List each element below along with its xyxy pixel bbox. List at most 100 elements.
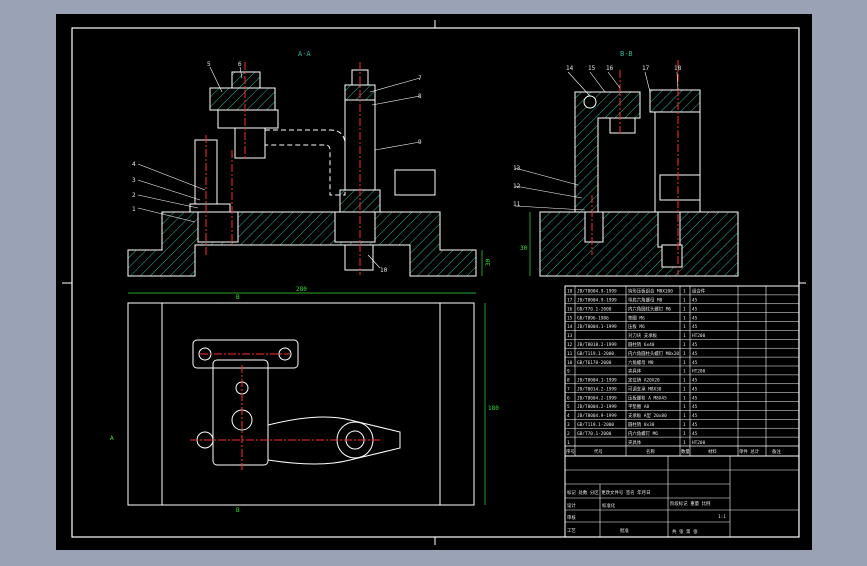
bom-cell-material: 组合件 xyxy=(692,288,706,295)
bom-header-no: 序号 xyxy=(566,448,575,455)
bom-header-remark: 备注 xyxy=(772,448,781,455)
bom-cell-no: 17 xyxy=(567,298,573,304)
bom-cell-code: GB/T896-1986 xyxy=(577,315,609,321)
bom-cell-qty: 1 xyxy=(683,395,686,401)
cad-viewport: A-A 1 2 3 4 5 6 7 8 9 10 30 B-B 11 12 13… xyxy=(0,0,867,562)
callout-5: 5 xyxy=(207,61,211,68)
bom-cell-code: JB/T8004.2-1999 xyxy=(577,395,617,401)
callout-17: 17 xyxy=(642,65,650,72)
bom-cell-qty: 1 xyxy=(683,360,686,366)
bom-cell-no: 13 xyxy=(567,333,573,339)
callout-15: 15 xyxy=(588,65,596,72)
tb-approve: 批准 xyxy=(620,527,629,534)
view-arrow-b-bottom: B xyxy=(236,507,240,514)
bom-cell-code: JB/T8004.1-1999 xyxy=(577,324,617,330)
bom-cell-material: 45 xyxy=(692,351,698,357)
bom-cell-qty: 1 xyxy=(683,413,686,419)
bom-cell-material: 45 xyxy=(692,324,698,330)
callout-2: 2 xyxy=(132,192,136,199)
bom-cell-no: 18 xyxy=(567,289,573,295)
tb-marking: 标记 处数 分区 更改文件号 签名 年月日 xyxy=(567,489,650,496)
dim-right-height: 30 xyxy=(520,245,528,252)
bom-cell-qty: 1 xyxy=(683,351,686,357)
bom-header-qty: 数量 xyxy=(681,448,690,455)
callout-6: 6 xyxy=(238,61,242,68)
bom-cell-no: 1 xyxy=(567,440,570,446)
bom-cell-name: 压板 M6 xyxy=(628,323,645,330)
tb-design: 设计 xyxy=(567,502,576,509)
bom-cell-no: 2 xyxy=(567,431,570,437)
bom-cell-code: JB/T8004.9-1999 xyxy=(577,413,617,419)
bom-cell-no: 3 xyxy=(567,422,570,428)
bom-cell-code: GB/T70.1-2000 xyxy=(577,431,612,437)
callout-8: 8 xyxy=(418,93,422,100)
bom-cell-name: 支承板 A型 20x80 xyxy=(628,412,667,419)
bom-cell-material: 45 xyxy=(692,413,698,419)
callout-16: 16 xyxy=(606,65,614,72)
bom-cell-material: 45 xyxy=(692,386,698,392)
bom-cell-no: 5 xyxy=(567,404,570,410)
bom-cell-code: GB/T70.1-2000 xyxy=(577,306,612,312)
callout-9: 9 xyxy=(418,139,422,146)
bom-header-code: 代号 xyxy=(594,448,603,455)
callout-18: 18 xyxy=(674,65,682,72)
bom-cell-name: 定位销 A20X20 xyxy=(628,377,660,384)
bom-cell-no: 11 xyxy=(567,351,573,357)
bom-cell-no: 6 xyxy=(567,395,570,401)
callout-13: 13 xyxy=(513,165,521,172)
bom-cell-name: 六角螺母 M8 xyxy=(628,359,654,366)
bom-cell-code: JB/T8004.2-1999 xyxy=(577,404,617,410)
bom-cell-no: 9 xyxy=(567,369,570,375)
tb-stage: 阶段标记 重量 比例 xyxy=(670,500,711,507)
bom-cell-code: JB/T8004.1-1999 xyxy=(577,378,617,384)
bom-cell-material: 45 xyxy=(692,431,698,437)
bom-cell-code: JB/T8014.2-1999 xyxy=(577,386,617,392)
tb-craft: 工艺 xyxy=(567,528,576,534)
bom-cell-no: 8 xyxy=(567,378,570,384)
bom-cell-qty: 1 xyxy=(683,386,686,392)
section-aa-label: A-A xyxy=(298,50,311,58)
bom-cell-material: HT200 xyxy=(692,369,706,375)
section-bb-label: B-B xyxy=(620,50,633,58)
bom-cell-material: 45 xyxy=(692,360,698,366)
view-arrow-b-top: B xyxy=(236,294,240,301)
bom-cell-qty: 1 xyxy=(683,315,686,321)
bom-cell-name: 钩形压板组合 M8X100 xyxy=(628,288,673,295)
bom-cell-qty: 1 xyxy=(683,333,686,339)
bom-cell-no: 16 xyxy=(567,306,573,312)
bom-cell-qty: 1 xyxy=(683,298,686,304)
bom-cell-name: 对刀块 支承板 xyxy=(628,332,658,339)
bom-cell-qty: 1 xyxy=(683,289,686,295)
bom-cell-qty: 1 xyxy=(683,378,686,384)
callout-11: 11 xyxy=(513,201,521,208)
drawing-canvas: A-A 1 2 3 4 5 6 7 8 9 10 30 B-B 11 12 13… xyxy=(56,14,812,550)
callout-7: 7 xyxy=(418,75,422,82)
bom-cell-material: HT200 xyxy=(692,440,706,446)
bom-cell-material: 45 xyxy=(692,422,698,428)
callout-1: 1 xyxy=(132,206,136,213)
callout-14: 14 xyxy=(566,65,574,72)
bom-cell-qty: 1 xyxy=(683,324,686,330)
bom-cell-name: 可调支承 M8X30 xyxy=(628,385,662,392)
bom-cell-code: GB/T6170-2000 xyxy=(577,360,612,366)
bom-cell-name: 内六角螺钉 M6 xyxy=(628,430,658,437)
tb-standard: 标准化 xyxy=(602,502,616,509)
bom-cell-no: 12 xyxy=(567,342,573,348)
bom-cell-qty: 1 xyxy=(683,431,686,437)
bom-cell-name: 垫圈 M6 xyxy=(628,314,645,321)
bom-cell-material: 45 xyxy=(692,378,698,384)
bom-cell-name: 夹具体 xyxy=(628,439,642,446)
tb-sheet: 共 张 第 张 xyxy=(672,528,698,535)
dim-plan-height: 180 xyxy=(488,405,499,412)
bom-header-material: 材料 xyxy=(708,448,717,455)
callout-4: 4 xyxy=(132,161,136,168)
bom-cell-qty: 1 xyxy=(683,422,686,428)
bom-cell-no: 10 xyxy=(567,360,573,366)
bom-header-name: 名称 xyxy=(646,448,655,455)
bom-cell-qty: 1 xyxy=(683,369,686,375)
callout-12: 12 xyxy=(513,183,521,190)
bom-cell-code: JB/T8018.2-1999 xyxy=(577,342,617,348)
tb-check: 审核 xyxy=(567,514,576,521)
bom-header-weight: 单件 总计 xyxy=(739,448,760,455)
bom-cell-qty: 1 xyxy=(683,440,686,446)
